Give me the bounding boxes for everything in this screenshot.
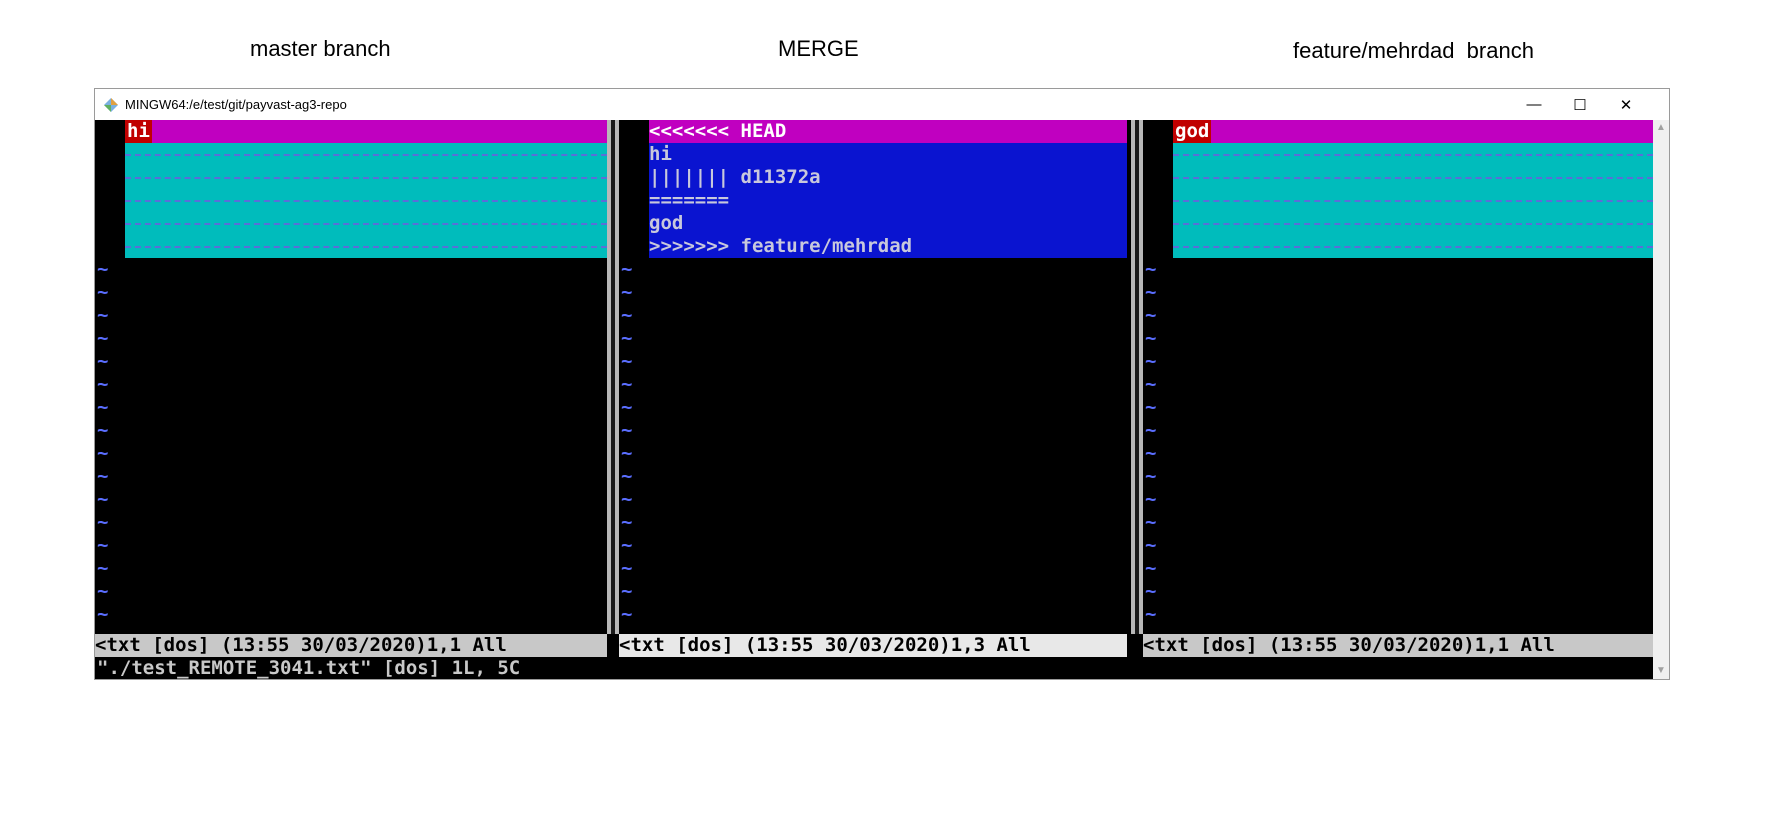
diff-line: hi bbox=[95, 120, 607, 143]
filler-line bbox=[95, 212, 607, 235]
tilde-marker: ~ bbox=[621, 534, 633, 556]
tilde-marker: ~ bbox=[97, 603, 109, 625]
pane-local[interactable]: hi ~ ~ ~ ~ ~ ~ ~ ~ ~ ~ ~ ~ ~ ~ ~ ~ bbox=[95, 120, 607, 634]
command-line: "./test_REMOTE_3041.txt" [dos] 1L, 5C bbox=[97, 657, 521, 679]
tilde-marker: ~ bbox=[97, 258, 109, 280]
status-line-left: <txt [dos] (13:55 30/03/2020)1,1 All bbox=[95, 634, 607, 657]
pane-remote[interactable]: god ~ ~ ~ ~ ~ ~ ~ ~ ~ ~ ~ ~ ~ ~ ~ ~ bbox=[1143, 120, 1653, 634]
terminal-window: MINGW64:/e/test/git/payvast-ag3-repo — ☐… bbox=[94, 88, 1670, 680]
conflict-line: hi bbox=[619, 143, 1127, 166]
scroll-up-arrow-icon[interactable]: ▲ bbox=[1653, 120, 1669, 136]
title-bar[interactable]: MINGW64:/e/test/git/payvast-ag3-repo — ☐… bbox=[95, 89, 1669, 120]
tilde-marker: ~ bbox=[621, 258, 633, 280]
tilde-marker: ~ bbox=[1145, 488, 1157, 510]
tilde-marker: ~ bbox=[621, 373, 633, 395]
tilde-marker: ~ bbox=[621, 557, 633, 579]
tilde-marker: ~ bbox=[1145, 603, 1157, 625]
status-line-right: <txt [dos] (13:55 30/03/2020)1,1 All bbox=[1143, 634, 1653, 657]
caption-master-branch: master branch bbox=[250, 36, 391, 61]
tilde-marker: ~ bbox=[1145, 534, 1157, 556]
tilde-marker: ~ bbox=[621, 327, 633, 349]
filler-line bbox=[1143, 189, 1653, 212]
tilde-marker: ~ bbox=[621, 511, 633, 533]
tilde-marker: ~ bbox=[1145, 281, 1157, 303]
tilde-marker: ~ bbox=[97, 373, 109, 395]
filler-line bbox=[1143, 143, 1653, 166]
tilde-marker: ~ bbox=[1145, 304, 1157, 326]
tilde-marker: ~ bbox=[97, 281, 109, 303]
filler-line bbox=[1143, 235, 1653, 258]
tilde-marker: ~ bbox=[621, 350, 633, 372]
tilde-marker: ~ bbox=[97, 442, 109, 464]
tilde-marker: ~ bbox=[97, 557, 109, 579]
conflict-line: ======= bbox=[619, 189, 1127, 212]
tilde-marker: ~ bbox=[1145, 327, 1157, 349]
maximize-button[interactable]: ☐ bbox=[1557, 89, 1603, 120]
tilde-marker: ~ bbox=[1145, 373, 1157, 395]
tilde-marker: ~ bbox=[1145, 442, 1157, 464]
tilde-marker: ~ bbox=[97, 465, 109, 487]
status-line-middle: <txt [dos] (13:55 30/03/2020)1,3 All bbox=[619, 634, 1127, 657]
filler-line bbox=[95, 189, 607, 212]
tilde-marker: ~ bbox=[1145, 419, 1157, 441]
tilde-marker: ~ bbox=[621, 281, 633, 303]
conflict-line: >>>>>>> feature/mehrdad bbox=[619, 235, 1127, 258]
conflict-line: god bbox=[619, 212, 1127, 235]
filler-line bbox=[95, 235, 607, 258]
changed-text: hi bbox=[125, 120, 152, 143]
tilde-marker: ~ bbox=[1145, 396, 1157, 418]
tilde-marker: ~ bbox=[97, 419, 109, 441]
tilde-marker: ~ bbox=[1145, 258, 1157, 280]
tilde-marker: ~ bbox=[97, 511, 109, 533]
filler-line bbox=[1143, 212, 1653, 235]
tilde-marker: ~ bbox=[1145, 511, 1157, 533]
pane-merged[interactable]: <<<<<<< HEAD hi ||||||| d11372a ======= … bbox=[619, 120, 1127, 634]
vim-terminal[interactable]: hi ~ ~ ~ ~ ~ ~ ~ ~ ~ ~ ~ ~ ~ ~ ~ ~ <<<<<<< HEAD hi bbox=[95, 120, 1653, 679]
mingw-app-icon bbox=[104, 98, 118, 112]
tilde-marker: ~ bbox=[1145, 350, 1157, 372]
tilde-marker: ~ bbox=[621, 419, 633, 441]
filler-line bbox=[1143, 166, 1653, 189]
filler-line bbox=[95, 166, 607, 189]
tilde-marker: ~ bbox=[97, 396, 109, 418]
conflict-marker-head: <<<<<<< HEAD bbox=[619, 120, 1127, 143]
tilde-marker: ~ bbox=[97, 488, 109, 510]
tilde-marker: ~ bbox=[621, 603, 633, 625]
window-title: MINGW64:/e/test/git/payvast-ag3-repo bbox=[125, 97, 347, 112]
changed-text: god bbox=[1173, 120, 1212, 143]
tilde-marker: ~ bbox=[97, 304, 109, 326]
tilde-marker: ~ bbox=[621, 396, 633, 418]
tilde-marker: ~ bbox=[621, 442, 633, 464]
vertical-scrollbar[interactable]: ▲ ▼ bbox=[1653, 120, 1669, 679]
close-button[interactable]: ✕ bbox=[1603, 89, 1649, 120]
vertical-split-separator[interactable] bbox=[1131, 120, 1143, 634]
tilde-marker: ~ bbox=[621, 580, 633, 602]
minimize-button[interactable]: — bbox=[1511, 89, 1557, 120]
tilde-marker: ~ bbox=[97, 327, 109, 349]
caption-feature-branch: feature/mehrdad branch bbox=[1293, 38, 1534, 63]
tilde-marker: ~ bbox=[621, 488, 633, 510]
tilde-marker: ~ bbox=[97, 580, 109, 602]
tilde-marker: ~ bbox=[97, 350, 109, 372]
caption-merge: MERGE bbox=[778, 36, 859, 61]
vertical-split-separator[interactable] bbox=[607, 120, 619, 634]
scroll-down-arrow-icon[interactable]: ▼ bbox=[1653, 663, 1669, 679]
tilde-marker: ~ bbox=[97, 534, 109, 556]
tilde-marker: ~ bbox=[1145, 557, 1157, 579]
tilde-marker: ~ bbox=[621, 465, 633, 487]
filler-line bbox=[95, 143, 607, 166]
tilde-marker: ~ bbox=[621, 304, 633, 326]
diff-line: god bbox=[1143, 120, 1653, 143]
tilde-marker: ~ bbox=[1145, 580, 1157, 602]
tilde-marker: ~ bbox=[1145, 465, 1157, 487]
changed-line-highlight bbox=[125, 120, 607, 143]
conflict-line: ||||||| d11372a bbox=[619, 166, 1127, 189]
